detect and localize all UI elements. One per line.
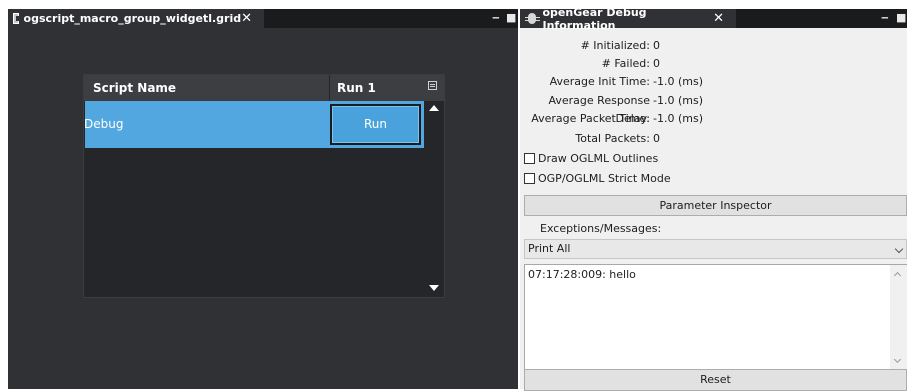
checkbox-box[interactable] (524, 152, 535, 164)
debug-tab-title: openGear Debug Information (542, 5, 647, 32)
debug-tab[interactable]: openGear Debug Information ✕ (520, 6, 736, 32)
editor-tab[interactable]: ogscript_macro_group_widgetl.grid ✕ (8, 9, 264, 28)
failed-label: # Failed: (601, 57, 650, 70)
debug-tab-bar: openGear Debug Information ✕ ‒ ■ (520, 6, 907, 32)
log-text: 07:17:28:009: hello (528, 268, 636, 281)
print-mode-select[interactable]: Print All (524, 239, 907, 259)
maximize-icon[interactable]: ■ (896, 12, 906, 23)
chevron-down-icon[interactable] (894, 244, 904, 254)
strict-mode-label: OGP/OGLML Strict Mode (538, 171, 671, 185)
column-header-script-name[interactable]: Script Name (93, 75, 176, 101)
bug-icon (524, 13, 541, 24)
debug-info-pane: openGear Debug Information ✕ ‒ ■ # Initi… (520, 6, 907, 391)
draw-oglml-outlines-checkbox[interactable]: Draw OGLML Outlines (524, 149, 658, 167)
editor-tab-title: ogscript_macro_group_widgetl.grid (23, 12, 242, 25)
table-row[interactable]: Debug Run (84, 101, 424, 148)
draw-oglml-outlines-label: Draw OGLML Outlines (538, 151, 659, 165)
parameter-inspector-button[interactable]: Parameter Inspector (524, 195, 907, 216)
column-options-icon[interactable] (428, 81, 437, 90)
script-name-cell[interactable]: Debug (84, 101, 123, 148)
maximize-icon[interactable]: ■ (506, 12, 516, 23)
total-packets-label: Total Packets: (575, 132, 650, 145)
run-button[interactable]: Run (330, 104, 421, 145)
avg-packet-time-label: Average Packet Time: (531, 112, 650, 125)
strict-mode-checkbox[interactable]: OGP/OGLML Strict Mode (524, 169, 671, 187)
exceptions-label: Exceptions/Messages: (540, 222, 662, 235)
checkbox-box[interactable] (524, 172, 535, 184)
grid-editor-pane: ogscript_macro_group_widgetl.grid ✕ ‒ ■ … (8, 9, 518, 389)
print-mode-value: Print All (528, 242, 571, 255)
avg-init-time-label: Average Init Time: (549, 75, 650, 88)
close-icon[interactable]: ✕ (241, 11, 252, 26)
close-icon[interactable]: ✕ (713, 11, 724, 26)
scroll-down-icon[interactable] (429, 285, 439, 291)
scroll-up-icon[interactable] (429, 105, 439, 111)
failed-value: 0 (653, 57, 660, 70)
column-divider[interactable] (329, 75, 330, 101)
grid-header: Script Name Run 1 (84, 75, 444, 101)
reset-button[interactable]: Reset (524, 369, 907, 391)
minimize-icon[interactable]: ‒ (492, 12, 500, 23)
minimize-icon[interactable]: ‒ (881, 12, 889, 23)
scroll-down-icon[interactable] (893, 355, 902, 364)
avg-response-delay-value: -1.0 (ms) (653, 94, 703, 107)
scroll-up-icon[interactable] (893, 271, 902, 280)
editor-tab-bar: ogscript_macro_group_widgetl.grid ✕ ‒ ■ (8, 9, 518, 28)
avg-response-delay-label: Average Response Delay: (548, 94, 651, 125)
avg-packet-time-value: -1.0 (ms) (653, 112, 703, 125)
initialized-label: # Initialized: (580, 39, 650, 52)
file-icon (13, 13, 20, 24)
log-vertical-scrollbar[interactable] (890, 265, 907, 371)
column-header-run-1[interactable]: Run 1 (337, 75, 376, 101)
script-grid: Script Name Run 1 Debug Run (83, 74, 445, 298)
grid-scrollbar[interactable] (424, 101, 444, 297)
total-packets-value: 0 (653, 132, 660, 145)
initialized-value: 0 (653, 39, 660, 52)
avg-init-time-value: -1.0 (ms) (653, 75, 703, 88)
